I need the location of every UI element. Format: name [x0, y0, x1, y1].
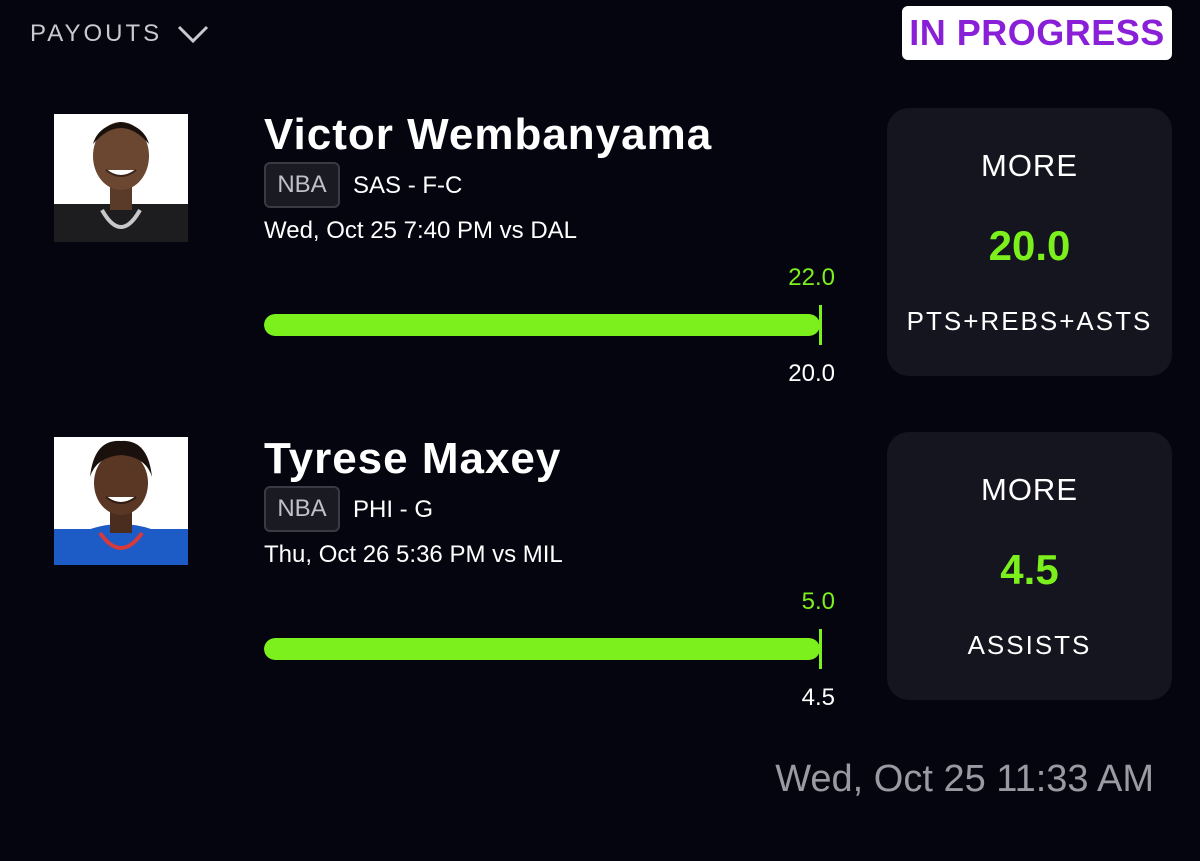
projection-card[interactable]: MORE 4.5 ASSISTS	[887, 432, 1172, 700]
stat-type: ASSISTS	[967, 630, 1092, 660]
projection-card[interactable]: MORE 20.0 PTS+REBS+ASTS	[887, 108, 1172, 376]
league-badge: NBA	[264, 486, 340, 532]
line-value: 4.5	[801, 684, 835, 711]
progress-fill	[264, 314, 820, 336]
game-info: Thu, Oct 26 5:36 PM vs MIL	[264, 541, 563, 568]
progress-fill	[264, 638, 820, 660]
line-value: 20.0	[788, 360, 835, 387]
team-position: PHI - G	[353, 496, 434, 523]
player-name: Victor Wembanyama	[264, 110, 713, 159]
chevron-down-icon	[178, 25, 209, 44]
stat-type: PTS+REBS+ASTS	[906, 306, 1153, 336]
player-avatar	[54, 437, 188, 565]
payouts-label: PAYOUTS	[30, 20, 163, 47]
status-badge: IN PROGRESS	[902, 6, 1172, 60]
payouts-dropdown[interactable]: PAYOUTS	[30, 20, 210, 48]
progress-bar	[264, 314, 820, 336]
game-info: Wed, Oct 25 7:40 PM vs DAL	[264, 217, 578, 244]
actual-value: 5.0	[801, 588, 835, 615]
projection-value: 20.0	[988, 222, 1071, 269]
player-name: Tyrese Maxey	[264, 434, 562, 483]
status-label: IN PROGRESS	[909, 12, 1165, 53]
pick-direction: MORE	[981, 148, 1078, 183]
league-badge: NBA	[264, 162, 340, 208]
actual-value: 22.0	[788, 264, 835, 291]
progress-bar	[264, 638, 820, 660]
pick-direction: MORE	[981, 472, 1078, 507]
projection-value: 4.5	[1000, 546, 1059, 593]
team-position: SAS - F-C	[353, 172, 463, 199]
player-avatar	[54, 114, 188, 242]
line-marker	[819, 629, 822, 669]
timestamp: Wed, Oct 25 11:33 AM	[775, 758, 1154, 800]
line-marker	[819, 305, 822, 345]
